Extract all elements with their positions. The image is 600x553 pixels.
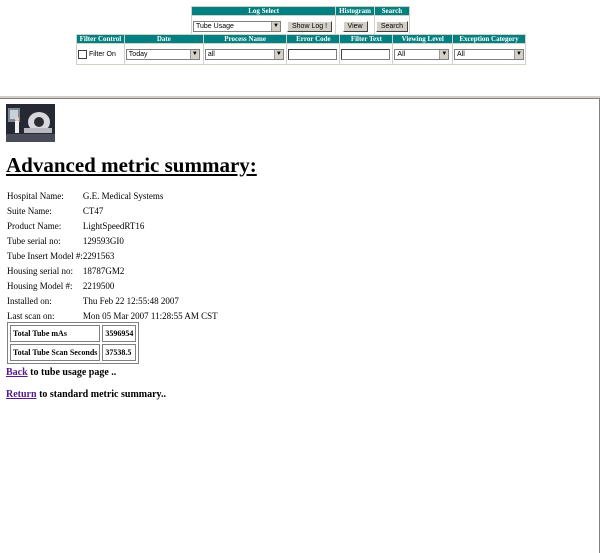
viewing-level-value: All [397,50,406,58]
filter-control-header: Filter Control [77,35,124,43]
return-line: Return to standard metric summary.. [6,389,166,400]
scanner-photo-logo [6,104,55,142]
stats-label: Total Tube Scan Seconds [10,344,101,361]
show-log-button[interactable]: Show Log ! [287,20,333,32]
exception-category-select[interactable]: All ▼ [454,48,524,60]
log-select-cell: Tube Usage ▼ Show Log ! [192,16,336,36]
date-header: Date [124,35,203,43]
date-cell: Today ▼ [124,44,203,64]
system-info-table: Hospital Name: G.E. Medical Systems Suit… [7,189,218,324]
control-frame: Log Select Histogram Search Tube Usage ▼… [0,0,600,95]
viewing-level-header: Viewing Level [393,35,452,43]
viewing-level-select[interactable]: All ▼ [394,48,450,60]
info-value: 2291563 [82,251,115,261]
filter-on-checkbox[interactable] [78,49,87,59]
search-cell: Search [374,16,409,36]
date-select-value: Today [128,50,148,58]
stats-value: 37538.5 [102,344,137,361]
info-value: CT47 [82,206,104,216]
info-value: G.E. Medical Systems [82,191,164,201]
exception-category-value: All [457,50,465,58]
back-line: Back to tube usage page .. [6,367,116,378]
info-label: Tube serial no: [7,236,61,246]
view-button[interactable]: View [342,20,368,32]
log-select-table: Log Select Histogram Search Tube Usage ▼… [191,6,410,37]
search-button[interactable]: Search [375,20,408,32]
info-label: Hospital Name: [7,191,64,201]
info-label: Tube Insert Model #: [7,251,83,261]
info-row: Housing serial no: 18787GM2 [7,264,218,279]
info-row: Tube serial no: 129593GI0 [7,234,218,249]
info-value: 2219500 [82,281,115,291]
stats-row: Total Tube mAs 3596954 [10,325,137,342]
tube-stats-table: Total Tube mAs 3596954 Total Tube Scan S… [7,322,140,364]
search-header: Search [374,7,409,15]
info-value: 18787GM2 [82,266,125,276]
info-row: Tube Insert Model #: 2291563 [7,249,218,264]
histogram-cell: View [336,16,374,36]
stats-value: 3596954 [102,325,137,342]
process-name-select[interactable]: all ▼ [204,48,284,60]
process-name-header: Process Name [203,35,287,43]
info-label: Housing serial no: [7,266,73,276]
page-title: Advanced metric summary: [6,153,257,177]
info-label: Product Name: [7,221,62,231]
filter-table: Filter Control Date Process Name Error C… [76,34,526,65]
stats-row: Total Tube Scan Seconds 37538.5 [10,344,137,361]
stats-label: Total Tube mAs [10,325,101,342]
info-label: Installed on: [7,296,52,306]
histogram-header: Histogram [336,7,374,15]
info-row: Suite Name: CT47 [7,204,218,219]
error-code-input[interactable] [288,48,338,60]
exception-category-header: Exception Category [453,35,525,43]
info-row: Installed on: Thu Feb 22 12:55:48 2007 [7,294,218,309]
filter-on-label: Filter On [89,50,116,58]
exception-category-cell: All ▼ [453,44,525,64]
back-link[interactable]: Back [6,367,28,378]
error-code-header: Error Code [287,35,340,43]
return-text: to standard metric summary.. [36,389,166,400]
info-row: Housing Model #: 2219500 [7,279,218,294]
filter-control-cell: Filter On [77,44,124,64]
return-link[interactable]: Return [6,389,37,400]
filter-text-header: Filter Text [340,35,393,43]
chevron-down-icon: ▼ [273,49,283,59]
chevron-down-icon: ▼ [514,49,523,59]
process-name-value: all [207,50,215,58]
info-value: Thu Feb 22 12:55:48 2007 [82,296,179,306]
viewing-level-cell: All ▼ [393,44,452,64]
log-select-header: Log Select [192,7,336,15]
error-code-cell [287,44,340,64]
chevron-down-icon: ▼ [271,21,280,31]
chevron-down-icon: ▼ [189,49,199,59]
process-name-cell: all ▼ [203,44,287,64]
info-row: Product Name: LightSpeedRT16 [7,219,218,234]
log-select-dropdown[interactable]: Tube Usage ▼ [193,20,281,32]
chevron-down-icon: ▼ [439,49,449,59]
info-row: Hospital Name: G.E. Medical Systems [7,189,218,204]
info-value: 129593GI0 [82,236,124,246]
info-label: Suite Name: [7,206,52,216]
info-label: Housing Model #: [7,281,73,291]
log-select-value: Tube Usage [196,22,234,30]
content-frame: Advanced metric summary: Hospital Name: … [0,99,600,553]
filter-text-input[interactable] [341,48,391,60]
info-value: LightSpeedRT16 [82,221,145,231]
date-select[interactable]: Today ▼ [125,48,200,60]
back-text: to tube usage page .. [27,367,117,378]
filter-text-cell [340,44,393,64]
